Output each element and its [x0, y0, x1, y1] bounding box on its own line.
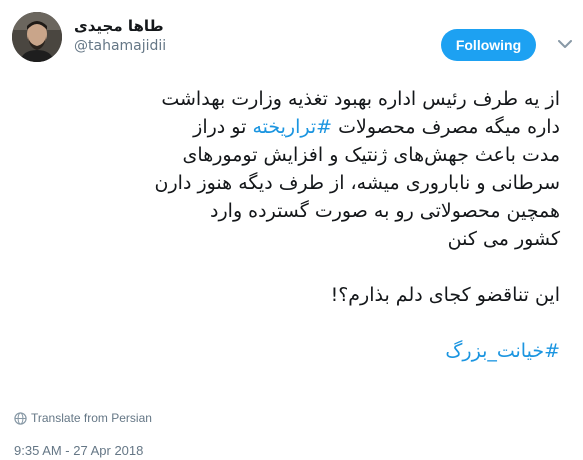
tweet-text-line: این تناقضو کجای دلم بذارم؟!	[330, 284, 560, 306]
tweet-text: از یه طرف رئیس اداره بهبود تغذیه وزارت ب…	[14, 85, 560, 365]
tweet-text-segment: داره میگه مصرف محصولات	[332, 116, 560, 138]
tweet-text-line: کشور می کنن	[447, 228, 560, 250]
translate-link[interactable]: Translate from Persian	[14, 411, 152, 425]
user-handle[interactable]: @tahamajidii	[74, 38, 166, 54]
tweet-card: طاها مجیدی @tahamajidii Following از یه …	[0, 0, 583, 460]
translate-label: Translate from Persian	[31, 411, 152, 425]
chevron-down-icon[interactable]	[555, 34, 575, 54]
tweet-text-segment: تو دراز	[193, 116, 253, 138]
tweet-text-line: همچین محصولاتی رو به صورت گسترده وارد	[210, 200, 560, 222]
display-name[interactable]: طاها مجیدی	[74, 17, 164, 35]
globe-icon	[14, 411, 27, 425]
paragraph-break	[14, 309, 560, 337]
tweet-text-line: داره میگه مصرف محصولات #تراریخته تو دراز	[14, 113, 560, 141]
avatar[interactable]	[12, 12, 62, 62]
tweet-text-line: سرطانی و ناباروری میشه، از طرف دیگه هنوز…	[154, 172, 560, 194]
hashtag-link[interactable]: #تراریخته	[252, 116, 332, 138]
hashtag-link[interactable]: #خیانت_بزرگ	[445, 340, 560, 362]
tweet-text-line: از یه طرف رئیس اداره بهبود تغذیه وزارت ب…	[161, 88, 560, 110]
tweet-text-line: مدت باعث جهش‌های ژنتیک و افزایش تومورهای	[182, 144, 560, 166]
tweet-timestamp[interactable]: 9:35 AM - 27 Apr 2018	[14, 443, 143, 458]
paragraph-break	[14, 253, 560, 281]
following-button[interactable]: Following	[441, 29, 536, 61]
avatar-image	[12, 12, 62, 62]
